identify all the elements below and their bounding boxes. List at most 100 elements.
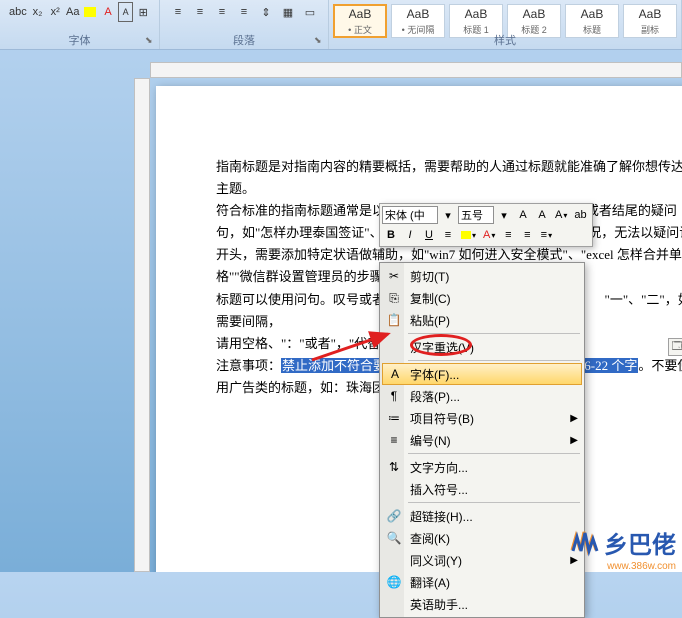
mini-bold-btn[interactable]: B: [382, 226, 400, 244]
font-section: abc x₂ x² Aa A A ⊞ 字体 ⬊: [0, 0, 160, 49]
menu-item-label: 同义词(Y): [410, 552, 462, 569]
menu-item-bullets[interactable]: ≔ 项目符号(B) ▶: [382, 407, 582, 429]
insert-symbol-icon: [386, 481, 402, 497]
text-direction-icon: ⇅: [386, 459, 402, 475]
shading-btn[interactable]: ▦: [278, 2, 298, 22]
menu-item-synonyms[interactable]: 同义词(Y)▶: [382, 549, 582, 571]
menu-item-label: 查阅(K): [410, 530, 450, 547]
menu-item-label: 超链接(H)...: [410, 508, 473, 525]
paragraph-section: ≡ ≡ ≡ ≡ ⇕ ▦ ▭ 段落 ⬊: [160, 0, 329, 49]
mini-font-dd[interactable]: ▾: [439, 206, 457, 224]
menu-item-label: 段落(P)...: [410, 388, 460, 405]
mini-format-painter[interactable]: ab: [571, 206, 589, 224]
menu-item-label: 剪切(T): [410, 268, 449, 285]
mini-size-dd[interactable]: ▾: [495, 206, 513, 224]
horizontal-ruler[interactable]: [150, 62, 682, 78]
borders-btn[interactable]: ▭: [300, 2, 320, 22]
english-assistant-icon: [386, 596, 402, 612]
menu-item-copy[interactable]: ⎘ 复制(C): [382, 287, 582, 309]
menu-item-font[interactable]: A 字体(F)...: [382, 363, 582, 385]
copy-icon: ⎘: [386, 290, 402, 306]
mini-center-btn[interactable]: ≡: [439, 226, 457, 244]
menu-item-hyperlink[interactable]: 🔗 超链接(H)...: [382, 505, 582, 527]
mini-underline-btn[interactable]: U: [420, 226, 438, 244]
mini-shrink-font[interactable]: A: [533, 206, 551, 224]
submenu-arrow-icon: ▶: [570, 435, 578, 446]
menu-item-label: 复制(C): [410, 290, 451, 307]
mini-grow-font[interactable]: A: [514, 206, 532, 224]
cut-icon: ✂: [386, 268, 402, 284]
menu-item-label: 英语助手...: [410, 596, 468, 613]
ribbon: abc x₂ x² Aa A A ⊞ 字体 ⬊ ≡ ≡ ≡ ≡ ⇕ ▦ ▭ 段落…: [0, 0, 682, 50]
menu-item-label: 汉字重选(V): [410, 339, 474, 356]
mini-style-btn[interactable]: A▾: [552, 206, 570, 224]
mini-italic-btn[interactable]: I: [401, 226, 419, 244]
menu-item-numbering[interactable]: ≡ 编号(N) ▶: [382, 429, 582, 451]
menu-item-label: 插入符号...: [410, 481, 468, 498]
vertical-ruler[interactable]: [134, 78, 150, 572]
strikethrough-btn[interactable]: abc: [8, 2, 28, 22]
smart-tag-icon[interactable]: 🗔: [668, 338, 682, 356]
mini-size-input[interactable]: [458, 206, 494, 224]
menu-item-label: 项目符号(B): [410, 410, 474, 427]
menu-item-paragraph[interactable]: ¶ 段落(P)...: [382, 385, 582, 407]
paragraph-section-label: 段落: [160, 32, 328, 48]
styles-section-label: 样式: [329, 32, 681, 48]
highlight-btn[interactable]: [83, 2, 99, 22]
menu-separator: [408, 502, 580, 503]
submenu-arrow-icon: ▶: [570, 413, 578, 424]
menu-item-label: 翻译(A): [410, 574, 450, 591]
synonyms-icon: [386, 552, 402, 568]
mini-font-color-btn[interactable]: A▾: [480, 226, 498, 244]
bullets-icon: ≔: [386, 410, 402, 426]
menu-separator: [408, 453, 580, 454]
watermark-logo-icon: [570, 528, 600, 558]
hyperlink-icon: 🔗: [386, 508, 402, 524]
watermark-text: 乡巴佬: [604, 525, 676, 560]
align-right-btn[interactable]: ≡: [212, 2, 232, 22]
align-left-btn[interactable]: ≡: [168, 2, 188, 22]
font-color-btn[interactable]: A: [100, 2, 116, 22]
subscript-btn[interactable]: x₂: [30, 2, 46, 22]
styles-section: AaB• 正文AaB• 无间隔AaB标题 1AaB标题 2AaB标题AaB副标 …: [329, 0, 682, 49]
superscript-btn[interactable]: x²: [47, 2, 63, 22]
menu-item-text-direction[interactable]: ⇅ 文字方向...: [382, 456, 582, 478]
menu-item-insert-symbol[interactable]: 插入符号...: [382, 478, 582, 500]
watermark-url: www.386w.com: [607, 561, 676, 572]
menu-item-label: 文字方向...: [410, 459, 468, 476]
watermark: 乡巴佬: [570, 525, 676, 560]
line-spacing-btn[interactable]: ⇕: [256, 2, 276, 22]
translate-icon: 🌐: [386, 574, 402, 590]
menu-item-lookup[interactable]: 🔍 查阅(K): [382, 527, 582, 549]
menu-item-hanzi-reselect[interactable]: 汉字重选(V): [382, 336, 582, 358]
lookup-icon: 🔍: [386, 530, 402, 546]
menu-item-label: 编号(N): [410, 432, 451, 449]
align-justify-btn[interactable]: ≡: [234, 2, 254, 22]
mini-font-input[interactable]: [382, 206, 438, 224]
numbering-icon: ≡: [386, 432, 402, 448]
mini-increase-indent[interactable]: ≡: [518, 226, 536, 244]
mini-toolbar: ▾ ▾ A A A▾ ab B I U ≡ ▾ A▾ ≡ ≡ ≡▾: [379, 203, 593, 247]
change-case-btn[interactable]: Aa: [65, 2, 81, 22]
mini-highlight-btn[interactable]: ▾: [458, 226, 479, 244]
paragraph-expand-icon[interactable]: ⬊: [314, 35, 326, 47]
char-shading-btn[interactable]: ⊞: [135, 2, 151, 22]
font-icon: A: [387, 366, 403, 382]
align-center-btn[interactable]: ≡: [190, 2, 210, 22]
font-section-label: 字体: [0, 32, 159, 48]
hanzi-reselect-icon: [386, 339, 402, 355]
menu-separator: [408, 333, 580, 334]
menu-item-paste[interactable]: 📋粘贴(P): [382, 309, 582, 331]
menu-item-label: 字体(F)...: [410, 366, 459, 383]
font-expand-icon[interactable]: ⬊: [145, 35, 157, 47]
menu-item-english-assistant[interactable]: 英语助手...: [382, 593, 582, 615]
menu-separator: [408, 360, 580, 361]
menu-item-cut[interactable]: ✂ 剪切(T): [382, 265, 582, 287]
mini-decrease-indent[interactable]: ≡: [499, 226, 517, 244]
menu-item-label: 粘贴(P): [410, 312, 450, 329]
mini-bullets-btn[interactable]: ≡▾: [537, 226, 555, 244]
context-menu: ✂ 剪切(T) ⎘ 复制(C) 📋粘贴(P) 汉字重选(V) A 字体(F)... ¶ 段落(P)…: [379, 262, 585, 618]
menu-item-translate[interactable]: 🌐 翻译(A): [382, 571, 582, 593]
char-border-btn[interactable]: A: [118, 2, 134, 22]
paragraph-icon: ¶: [386, 388, 402, 404]
